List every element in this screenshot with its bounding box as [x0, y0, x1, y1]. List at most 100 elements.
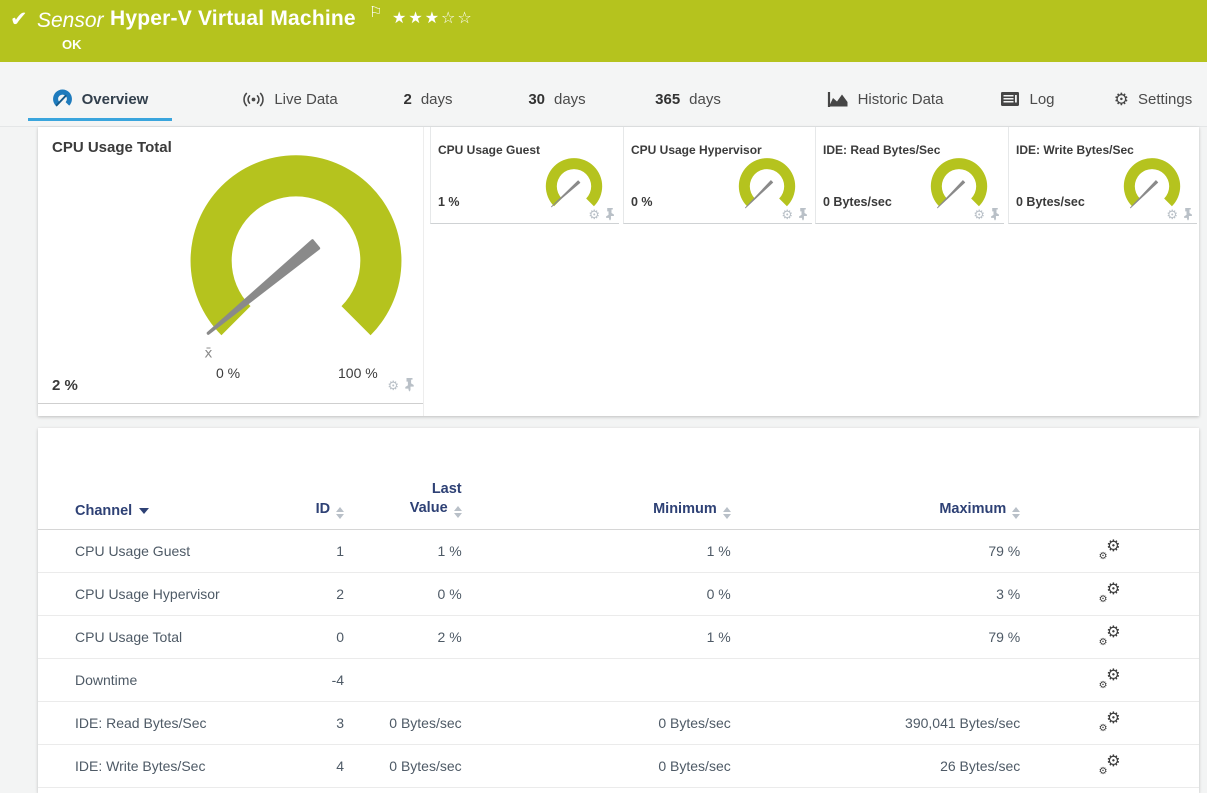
priority-star-rating[interactable]: ★★★☆☆ — [392, 8, 474, 28]
tile-gear-icon[interactable]: ⚙ — [973, 208, 985, 221]
settings-gear-icon: ⚙ — [1113, 89, 1130, 109]
gauge-average-marker: x̄ — [204, 346, 212, 362]
tile-gear-icon[interactable]: ⚙ — [588, 208, 600, 221]
column-header-minimum[interactable]: Minimum — [462, 501, 731, 519]
channel-id: 3 — [336, 715, 345, 731]
tile-pin-icon[interactable] — [798, 208, 808, 221]
sensor-title: Hyper-V Virtual Machine — [110, 7, 356, 30]
channel-minimum: 0 Bytes/sec — [658, 758, 731, 774]
tile-last-value: 0 % — [631, 195, 653, 209]
channel-id: 4 — [336, 758, 345, 774]
table-row: Downtime -4 ⚙ ⚙ — [38, 659, 1199, 702]
tile-pin-icon[interactable] — [605, 208, 615, 221]
tab-30-days-label: days — [554, 90, 586, 108]
table-header-row: Channel ID Last Value Minimum Maximum — [38, 456, 1199, 530]
tile-divider — [38, 403, 423, 404]
channel-last-value: 1 % — [437, 543, 462, 559]
tile-pin-icon[interactable] — [404, 378, 415, 392]
tile-gear-icon[interactable]: ⚙ — [781, 208, 793, 221]
column-header-maximum[interactable]: Maximum — [731, 501, 1021, 519]
channel-maximum: 79 % — [988, 629, 1021, 645]
channel-name: CPU Usage Hypervisor — [75, 586, 220, 602]
tile-cpu-usage-hypervisor: CPU Usage Hypervisor 0 % ⚙ — [623, 127, 812, 224]
column-header-minimum-label: Minimum — [653, 501, 717, 517]
tab-historic-data-label: Historic Data — [857, 90, 944, 108]
column-header-channel[interactable]: Channel — [38, 503, 255, 519]
gauge-scale-min: 0 % — [216, 365, 241, 381]
tab-2-days-label: days — [420, 90, 453, 108]
channel-settings-gear-icon[interactable]: ⚙ ⚙ — [1099, 581, 1121, 605]
tile-last-value: 1 % — [438, 195, 460, 209]
sensor-overview-page: ✔ Sensor Hyper-V Virtual Machine ⚐ ★★★☆☆… — [0, 0, 1207, 793]
channel-name: CPU Usage Guest — [75, 543, 191, 559]
column-header-last-value[interactable]: Last Value — [344, 480, 462, 519]
channel-minimum: 0 % — [706, 586, 731, 602]
tab-365-days-number: 365 — [655, 90, 681, 108]
tab-live-data[interactable]: Live Data — [225, 82, 355, 116]
channel-name: IDE: Write Bytes/Sec — [75, 758, 206, 774]
channel-settings-gear-icon[interactable]: ⚙ ⚙ — [1099, 753, 1121, 777]
channel-minimum: 0 Bytes/sec — [658, 715, 731, 731]
channel-minimum: 1 % — [706, 629, 731, 645]
channel-table-panel: Channel ID Last Value Minimum Maximum CP… — [38, 428, 1199, 793]
table-row: CPU Usage Total 0 2 % 1 % 79 % ⚙ ⚙ — [38, 616, 1199, 659]
channel-last-value: 0 Bytes/sec — [389, 758, 462, 774]
sort-toggle-icon — [453, 506, 462, 519]
channel-settings-gear-icon[interactable]: ⚙ ⚙ — [1099, 538, 1121, 562]
channel-last-value: 0 Bytes/sec — [389, 715, 462, 731]
tab-2-days[interactable]: 2 days — [388, 82, 468, 116]
table-row: IDE: Read Bytes/Sec 3 0 Bytes/sec 0 Byte… — [38, 702, 1199, 745]
tile-cpu-usage-guest: CPU Usage Guest 1 % ⚙ — [430, 127, 619, 224]
tab-overview-label: Overview — [81, 90, 149, 108]
tile-gear-icon[interactable]: ⚙ — [387, 379, 399, 392]
tab-30-days[interactable]: 30 days — [512, 82, 602, 116]
tile-pin-icon[interactable] — [1183, 208, 1193, 221]
live-signal-icon — [243, 92, 265, 106]
channel-settings-gear-icon[interactable]: ⚙ ⚙ — [1099, 710, 1121, 734]
channel-id: 1 — [336, 543, 345, 559]
area-chart-icon — [827, 92, 848, 107]
channel-maximum: 3 % — [996, 586, 1021, 602]
tab-live-data-label: Live Data — [274, 90, 338, 108]
column-header-last-label: Last — [431, 480, 462, 497]
channel-last-value: 0 % — [437, 586, 462, 602]
tab-log[interactable]: Log — [985, 82, 1070, 116]
tile-title: CPU Usage Guest — [438, 143, 541, 157]
priority-flag-icon[interactable]: ⚐ — [369, 3, 382, 21]
sensor-kind-label: Sensor — [37, 9, 104, 32]
table-row: CPU Usage Guest 1 1 % 1 % 79 % ⚙ ⚙ — [38, 530, 1199, 573]
tile-title: IDE: Read Bytes/Sec — [823, 143, 941, 157]
tile-cpu-usage-total: CPU Usage Total x̄ 0 % 100 % 2 % ⚙ — [38, 127, 424, 416]
channel-maximum: 26 Bytes/sec — [940, 758, 1021, 774]
channel-name: IDE: Read Bytes/Sec — [75, 715, 207, 731]
tile-last-value: 2 % — [52, 377, 78, 394]
tab-bar: Overview Live Data 2 days 30 days 365 da… — [0, 62, 1207, 127]
gauge-scale-max: 100 % — [338, 365, 378, 381]
cpu-total-gauge: x̄ — [190, 155, 402, 362]
sort-toggle-icon — [1012, 507, 1021, 519]
tab-historic-data[interactable]: Historic Data — [800, 82, 970, 116]
table-row: CPU Usage Hypervisor 2 0 % 0 % 3 % ⚙ ⚙ — [38, 573, 1199, 616]
gauge-icon — [52, 89, 72, 106]
channel-maximum: 79 % — [988, 543, 1021, 559]
channel-maximum: 390,041 Bytes/sec — [905, 715, 1021, 731]
tab-overview[interactable]: Overview — [28, 82, 172, 121]
column-header-id-label: ID — [315, 501, 331, 517]
column-header-value-label: Value — [409, 500, 448, 517]
channel-name: CPU Usage Total — [75, 629, 183, 645]
channel-settings-gear-icon[interactable]: ⚙ ⚙ — [1099, 667, 1121, 691]
channel-name: Downtime — [75, 672, 138, 688]
sensor-status-badge: OK — [62, 37, 82, 52]
channel-id: 2 — [336, 586, 345, 602]
tile-title: IDE: Write Bytes/Sec — [1016, 143, 1134, 157]
channel-id: -4 — [331, 672, 345, 688]
tile-gear-icon[interactable]: ⚙ — [1166, 208, 1178, 221]
tile-pin-icon[interactable] — [990, 208, 1000, 221]
column-header-id[interactable]: ID — [255, 501, 345, 519]
channel-id: 0 — [336, 629, 345, 645]
tile-title: CPU Usage Hypervisor — [631, 143, 762, 157]
tab-settings[interactable]: ⚙ Settings — [1103, 82, 1203, 116]
tile-title: CPU Usage Total — [52, 139, 172, 156]
channel-settings-gear-icon[interactable]: ⚙ ⚙ — [1099, 624, 1121, 648]
tab-365-days[interactable]: 365 days — [632, 82, 744, 116]
